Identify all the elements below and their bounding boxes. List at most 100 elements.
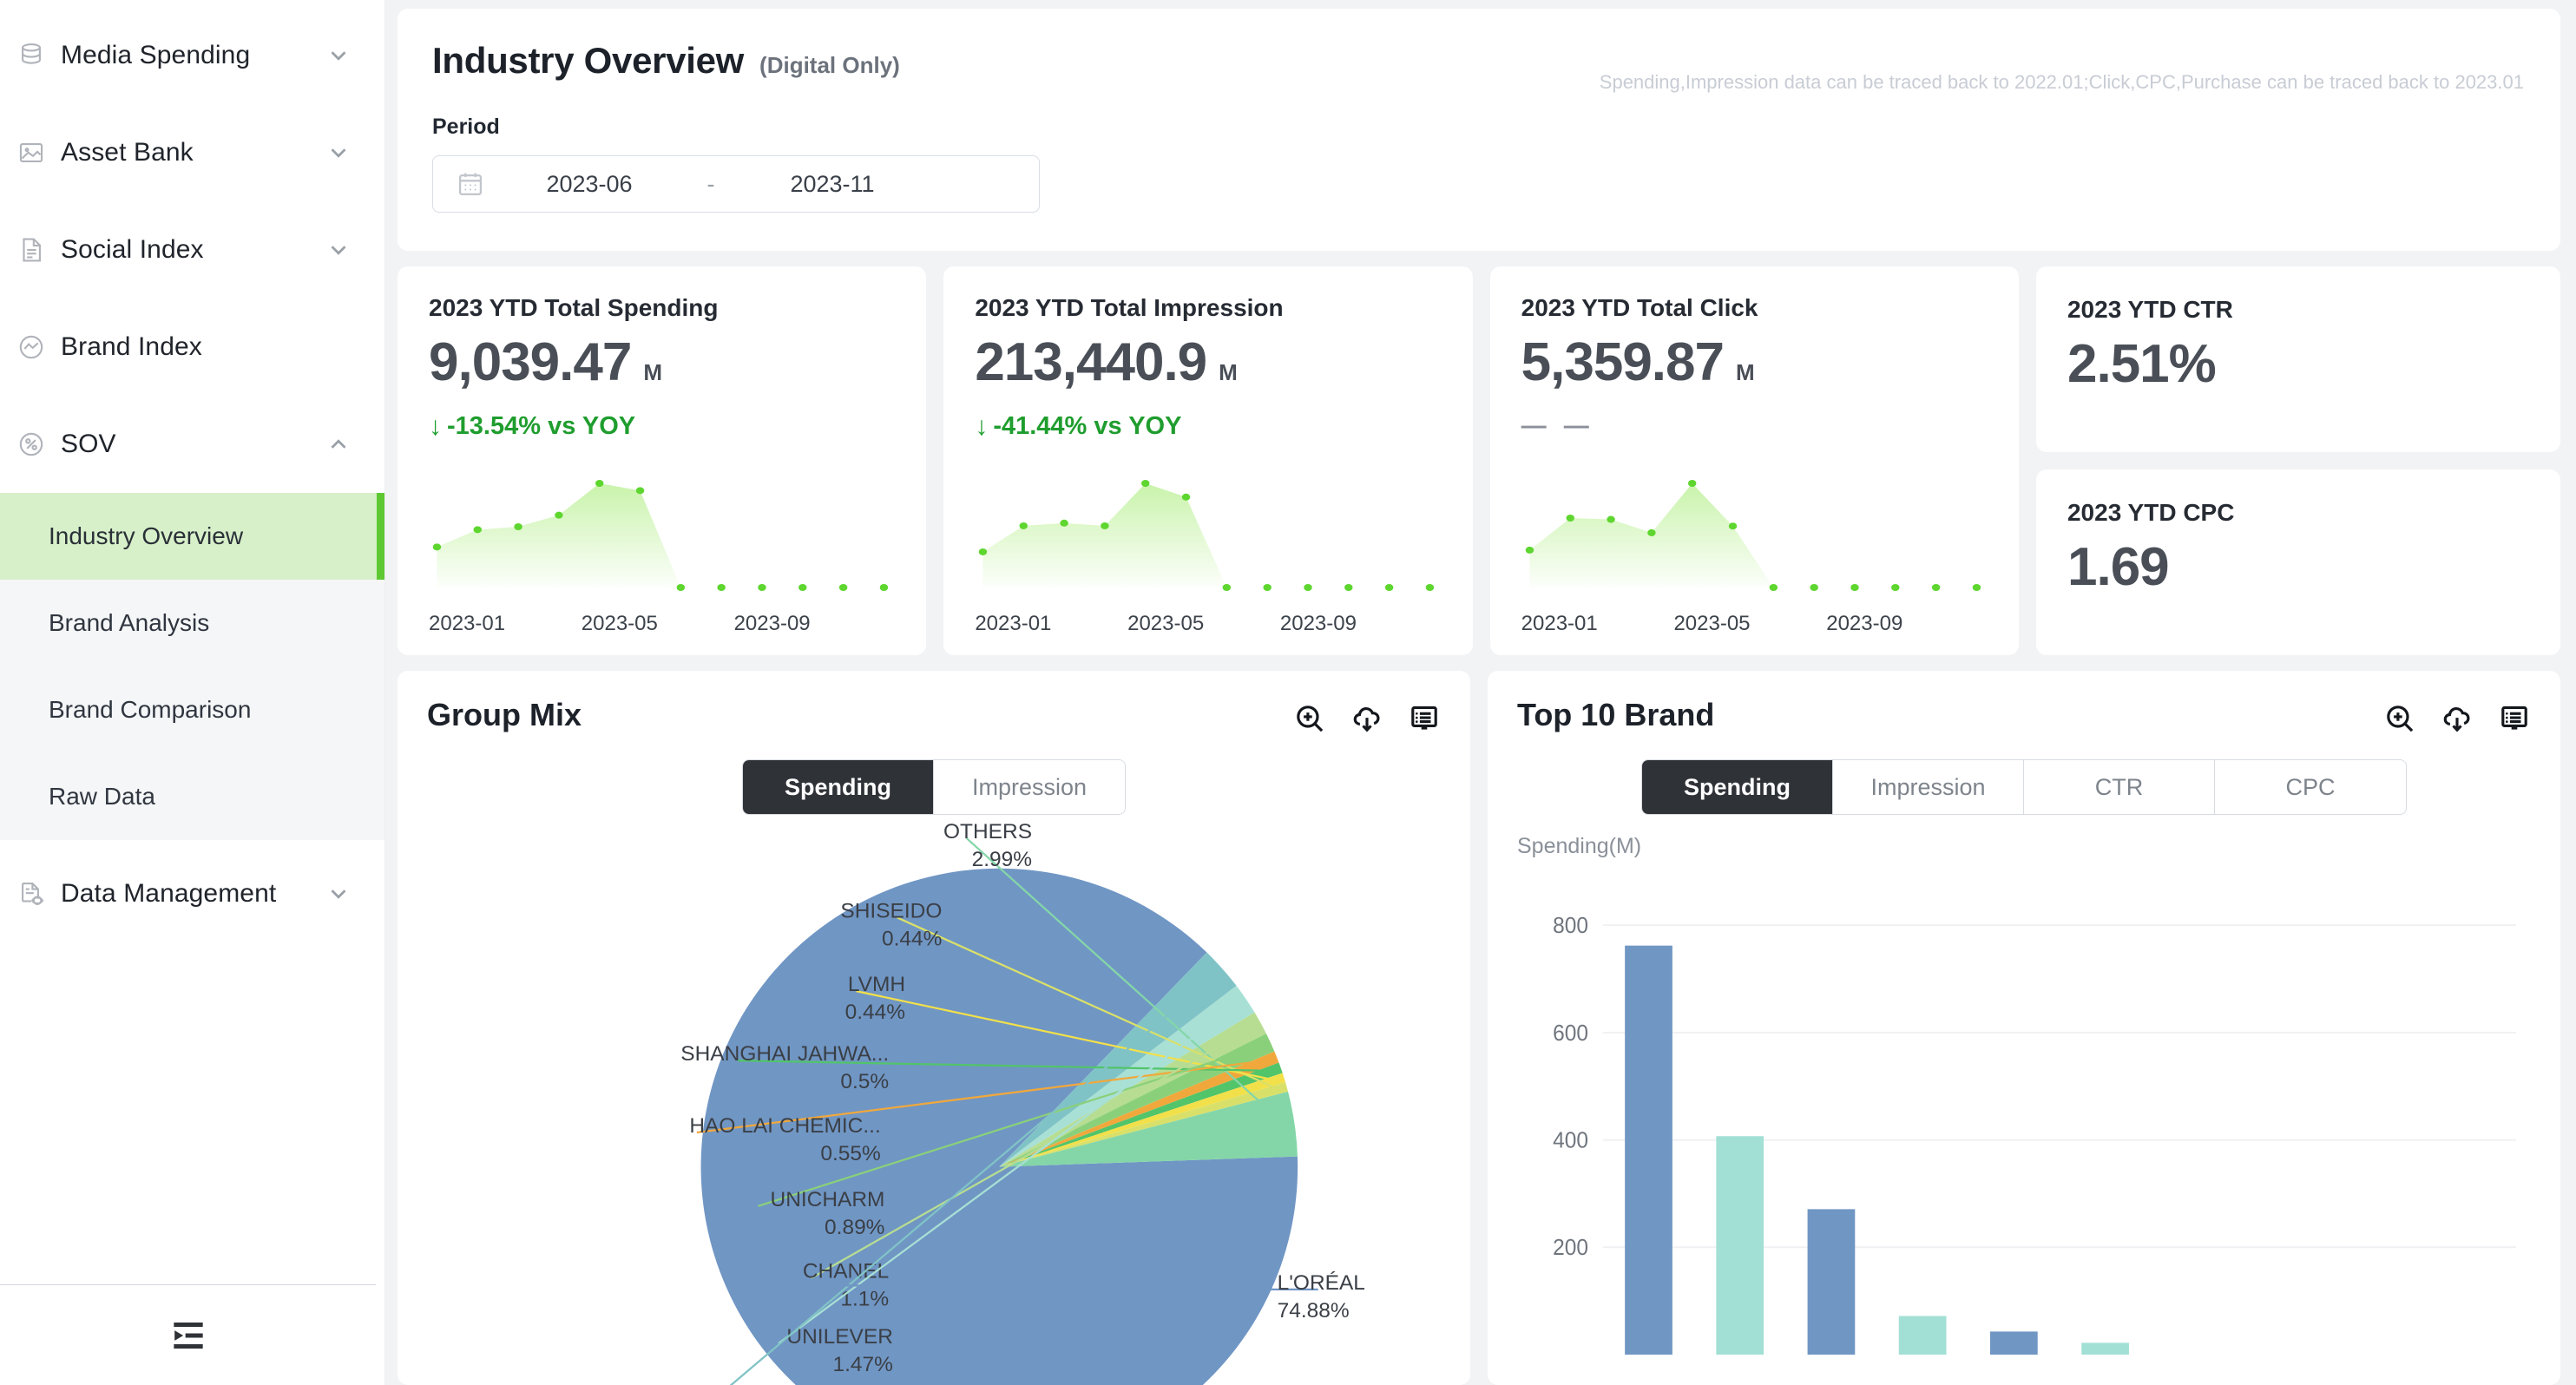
- sidebar-item-label: Asset Bank: [61, 138, 194, 167]
- sidebar-item-sov[interactable]: SOV: [0, 396, 384, 493]
- date-start-value[interactable]: 2023-06: [485, 171, 693, 198]
- pie-slice-value: 2.99%: [972, 848, 1032, 871]
- tab-impression[interactable]: Impression: [1833, 760, 2024, 814]
- sidebar-item-industry-overview[interactable]: Industry Overview: [0, 493, 384, 580]
- collapse-sidebar-icon[interactable]: [162, 1314, 214, 1357]
- kpi-delta-text: -13.54% vs YOY: [447, 412, 636, 440]
- sidebar-item-raw-data[interactable]: Raw Data: [0, 753, 384, 840]
- sidebar-subitem-label: Raw Data: [49, 783, 155, 810]
- sidebar-nav: Media Spending Asset Bank Social Index B…: [0, 0, 384, 1284]
- sidebar-item-label: Social Index: [61, 235, 204, 264]
- kpi-title: 2023 YTD Total Impression: [975, 294, 1284, 321]
- pie-slice-value: 0.89%: [825, 1216, 884, 1239]
- kpi-small-stack: 2023 YTD CTR 2.51% 2023 YTD CPC 1.69: [2035, 266, 2560, 655]
- sparkline-axis: 2023-01 2023-05 2023-09: [429, 612, 905, 641]
- page-title: Industry Overview: [432, 40, 745, 81]
- sidebar-item-label: Brand Index: [61, 332, 202, 361]
- cloud-download-icon[interactable]: [1350, 702, 1383, 735]
- top-10-brand-panel: Top 10 Brand Spending Impression CTR CPC…: [1488, 671, 2560, 1385]
- y-axis-label: Spending(M): [1517, 834, 1642, 858]
- sidebar-item-brand-index[interactable]: Brand Index: [0, 299, 384, 396]
- charts-row: Group Mix Spending Impression OTHERS 2.9…: [398, 671, 2560, 1385]
- axis-tick: 2023-05: [1673, 612, 1751, 635]
- chevron-down-icon[interactable]: [325, 881, 352, 907]
- pie-slice-value: 0.44%: [845, 1001, 905, 1024]
- kpi-row: 2023 YTD Total Spending 9,039.47 M ↓ -13…: [398, 266, 2560, 655]
- pie-slice-label: SHANGHAI JAHWA...: [680, 1042, 889, 1066]
- chevron-down-icon[interactable]: [325, 140, 352, 166]
- bar[interactable]: [1990, 1331, 2038, 1355]
- pie-slice-label: LVMH: [848, 973, 905, 996]
- sov-submenu: Industry Overview Brand Analysis Brand C…: [0, 493, 384, 840]
- kpi-title: 2023 YTD CTR: [2067, 296, 2233, 323]
- tab-spending[interactable]: Spending: [743, 760, 934, 814]
- tab-impression[interactable]: Impression: [934, 760, 1125, 814]
- app-root: Media Spending Asset Bank Social Index B…: [0, 0, 2576, 1385]
- axis-tick: 2023-09: [1826, 612, 1903, 635]
- period-daterange-picker[interactable]: 2023-06 - 2023-11: [432, 155, 1040, 213]
- sidebar-item-brand-comparison[interactable]: Brand Comparison: [0, 666, 384, 753]
- y-axis-tick: 800: [1553, 914, 1588, 939]
- gauge-icon: [14, 330, 49, 364]
- chevron-down-icon[interactable]: [325, 237, 352, 263]
- table-view-icon[interactable]: [1408, 702, 1441, 735]
- panel-title: Group Mix: [427, 697, 582, 732]
- table-view-icon[interactable]: [2498, 702, 2531, 735]
- kpi-value-row: 1.69: [2067, 541, 2529, 594]
- axis-tick: 2023-05: [581, 612, 658, 635]
- bar[interactable]: [1716, 1136, 1764, 1355]
- kpi-value: 213,440.9: [975, 332, 1207, 392]
- tab-cpc[interactable]: CPC: [2215, 760, 2406, 814]
- kpi-value: 9,039.47: [429, 332, 632, 392]
- sparkline-spending: [429, 468, 900, 598]
- sidebar-subitem-label: Brand Comparison: [49, 696, 252, 723]
- sidebar: Media Spending Asset Bank Social Index B…: [0, 0, 385, 1385]
- bar[interactable]: [1807, 1209, 1856, 1355]
- tab-ctr[interactable]: CTR: [2024, 760, 2215, 814]
- axis-tick: 2023-09: [1279, 612, 1357, 635]
- group-mix-metric-tabs: Spending Impression: [742, 759, 1126, 815]
- y-axis-tick: 200: [1553, 1236, 1588, 1261]
- chevron-down-icon[interactable]: [325, 43, 352, 69]
- group-mix-pie-chart: OTHERS 2.99% SHISEIDO 0.44% LVMH 0.44% SHANGHA…: [427, 820, 1441, 1385]
- data-management-icon: [14, 876, 49, 911]
- kpi-delta-text: -41.44% vs YOY: [993, 412, 1182, 440]
- panel-title: Top 10 Brand: [1517, 697, 1715, 732]
- panel-actions: [1293, 697, 1441, 735]
- cloud-download-icon[interactable]: [2441, 702, 2474, 735]
- bar[interactable]: [1898, 1316, 1947, 1355]
- pie-slice-label: HAO LAI CHEMIC...: [689, 1114, 880, 1138]
- tab-spending[interactable]: Spending: [1642, 760, 1833, 814]
- sparkline-impression: [975, 468, 1446, 598]
- main-content: Industry Overview (Digital Only) Spendin…: [385, 0, 2576, 1385]
- sidebar-item-media-spending[interactable]: Media Spending: [0, 7, 384, 104]
- sidebar-item-data-management[interactable]: Data Management: [0, 845, 384, 942]
- period-label: Period: [432, 115, 500, 139]
- kpi-delta: ↓ -41.44% vs YOY: [975, 412, 1441, 441]
- sidebar-item-social-index[interactable]: Social Index: [0, 201, 384, 299]
- pie-slice-value: 0.44%: [882, 927, 942, 950]
- calendar-icon: [456, 169, 485, 199]
- page-subtitle: (Digital Only): [759, 52, 900, 78]
- sidebar-item-asset-bank[interactable]: Asset Bank: [0, 104, 384, 201]
- bar[interactable]: [2081, 1342, 2129, 1355]
- chevron-up-icon[interactable]: [325, 431, 352, 457]
- pie-slice-label: OTHERS: [943, 820, 1032, 843]
- sidebar-item-brand-analysis[interactable]: Brand Analysis: [0, 580, 384, 666]
- top10-metric-tabs: Spending Impression CTR CPC: [1641, 759, 2407, 815]
- bar[interactable]: [1625, 945, 1672, 1355]
- group-mix-panel: Group Mix Spending Impression OTHERS 2.9…: [398, 671, 1470, 1385]
- kpi-value-row: 9,039.47 M: [429, 336, 895, 390]
- kpi-delta: — —: [1521, 412, 1988, 441]
- sidebar-item-label: Media Spending: [61, 41, 251, 69]
- date-separator: -: [706, 170, 715, 197]
- sidebar-item-label: SOV: [61, 430, 116, 458]
- kpi-value: 5,359.87: [1521, 332, 1725, 392]
- axis-tick: 2023-05: [1127, 612, 1205, 635]
- zoom-in-icon[interactable]: [1293, 702, 1326, 735]
- kpi-card-total-click: 2023 YTD Total Click 5,359.87 M — — 2023…: [1489, 266, 2019, 655]
- zoom-in-icon[interactable]: [2383, 702, 2416, 735]
- arrow-down-icon: ↓: [429, 411, 442, 441]
- pie-slice-value: 0.5%: [840, 1070, 889, 1093]
- date-end-value[interactable]: 2023-11: [728, 171, 936, 198]
